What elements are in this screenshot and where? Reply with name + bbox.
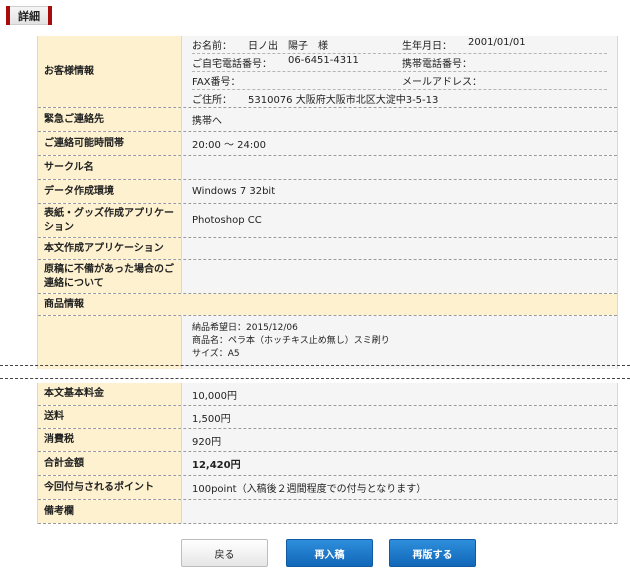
home-phone-label: ご自宅電話番号： — [192, 58, 272, 70]
row-label: 合計金額 — [38, 452, 182, 475]
row-label: サークル名 — [38, 156, 182, 179]
product-size: サイズ：A5 — [192, 349, 240, 359]
product-info-header-row: 商品情報 — [38, 294, 617, 316]
row-value — [182, 156, 617, 179]
fax-label: FAX番号： — [192, 76, 241, 88]
row-label: 今回付与されるポイント — [38, 476, 182, 499]
tag-right-cap — [48, 6, 52, 25]
table-row: 備考欄 — [38, 500, 617, 524]
row-label: 本文基本料金 — [38, 383, 182, 405]
name-value: 日ノ出 陽子 様 — [248, 40, 328, 52]
address-label: ご住所： — [192, 95, 232, 106]
birth-label: 生年月日： — [402, 40, 452, 52]
table-row: 緊急ご連絡先 携帯へ — [38, 108, 617, 132]
table-row: 消費税 920円 — [38, 429, 617, 452]
customer-info-label: お客様情報 — [38, 36, 182, 107]
name-label: お名前： — [192, 40, 232, 52]
section-title: 詳細 — [10, 6, 48, 25]
product-info-spacer — [38, 316, 182, 369]
product-delivery-date: 納品希望日：2015/12/06 — [192, 323, 298, 333]
row-value: 携帯へ — [182, 108, 617, 131]
birth-value: 2001/01/01 — [468, 36, 526, 48]
product-info-label: 商品情報 — [38, 294, 617, 315]
customer-line-fax: FAX番号： メールアドレス： — [192, 72, 607, 90]
home-phone-value: 06-6451-4311 — [288, 54, 359, 66]
address-value: 5310076 大阪府大阪市北区大淀中3-5-13 — [248, 95, 439, 106]
table-row: 今回付与されるポイント 100point（入稿後２週間程度での付与となります） — [38, 476, 617, 500]
order-detail-table-upper: お客様情報 お名前： 日ノ出 陽子 様 生年月日： 2001/01/01 ご自宅電話… — [37, 36, 618, 369]
resubmit-button[interactable]: 再入稿 — [286, 539, 373, 567]
row-label: 緊急ご連絡先 — [38, 108, 182, 131]
customer-info-grid: お名前： 日ノ出 陽子 様 生年月日： 2001/01/01 ご自宅電話番号： 06-… — [192, 36, 607, 108]
section-title-tag: 詳細 — [6, 6, 52, 25]
row-label: 本文作成アプリケーション — [38, 238, 182, 259]
table-row: 原稿に不備があった場合のご連絡について — [38, 260, 617, 294]
email-label: メールアドレス： — [402, 76, 482, 88]
row-value — [182, 238, 617, 259]
row-value: Photoshop CC — [182, 204, 617, 237]
row-value: 920円 — [182, 429, 617, 451]
table-row: データ作成環境 Windows 7 32bit — [38, 180, 617, 204]
table-row: 表紙・グッズ作成アプリケーション Photoshop CC — [38, 204, 617, 238]
mobile-label: 携帯電話番号： — [402, 58, 472, 70]
product-info-value: 納品希望日：2015/12/06 商品名：ペラ本（ホッチキス止め無し）スミ刷り … — [182, 316, 617, 369]
row-label: 原稿に不備があった場合のご連絡について — [38, 260, 182, 293]
row-label: データ作成環境 — [38, 180, 182, 203]
table-row: 送料 1,500円 — [38, 406, 617, 429]
row-value — [182, 500, 617, 523]
cut-line-top — [0, 365, 630, 366]
table-row: 本文基本料金 10,000円 — [38, 383, 617, 406]
customer-info-row: お客様情報 お名前： 日ノ出 陽子 様 生年月日： 2001/01/01 ご自宅電話… — [38, 36, 617, 108]
order-detail-table-lower: 本文基本料金 10,000円 送料 1,500円 消費税 920円 合計金額 1… — [37, 383, 618, 524]
total-amount-value: 12,420円 — [182, 452, 617, 475]
product-info-section: 納品希望日：2015/12/06 商品名：ペラ本（ホッチキス止め無し）スミ刷り … — [38, 316, 617, 369]
row-value: 1,500円 — [182, 406, 617, 428]
table-row: サークル名 — [38, 156, 617, 180]
customer-line-name: お名前： 日ノ出 陽子 様 生年月日： 2001/01/01 — [192, 36, 607, 54]
table-row: 本文作成アプリケーション — [38, 238, 617, 260]
back-button[interactable]: 戻る — [181, 539, 268, 567]
row-label: 備考欄 — [38, 500, 182, 523]
row-label: ご連絡可能時間帯 — [38, 132, 182, 155]
customer-line-phone: ご自宅電話番号： 06-6451-4311 携帯電話番号： — [192, 54, 607, 72]
table-row: ご連絡可能時間帯 20:00 ～ 24:00 — [38, 132, 617, 156]
row-label: 消費税 — [38, 429, 182, 451]
row-value: Windows 7 32bit — [182, 180, 617, 203]
row-value: 10,000円 — [182, 383, 617, 405]
row-value: 20:00 ～ 24:00 — [182, 132, 617, 155]
product-info-row: 納品希望日：2015/12/06 商品名：ペラ本（ホッチキス止め無し）スミ刷り … — [38, 316, 617, 369]
table-row: 合計金額 12,420円 — [38, 452, 617, 476]
reprint-button[interactable]: 再版する — [389, 539, 476, 567]
row-label: 表紙・グッズ作成アプリケーション — [38, 204, 182, 237]
row-value — [182, 260, 617, 293]
row-value: 100point（入稿後２週間程度での付与となります） — [182, 476, 617, 499]
cut-line-bottom — [0, 378, 630, 379]
customer-line-address: ご住所： 5310076 大阪府大阪市北区大淀中3-5-13 — [192, 90, 607, 108]
row-label: 送料 — [38, 406, 182, 428]
product-name: 商品名：ペラ本（ホッチキス止め無し）スミ刷り — [192, 336, 390, 346]
customer-info-value: お名前： 日ノ出 陽子 様 生年月日： 2001/01/01 ご自宅電話番号： 06-… — [182, 36, 617, 107]
